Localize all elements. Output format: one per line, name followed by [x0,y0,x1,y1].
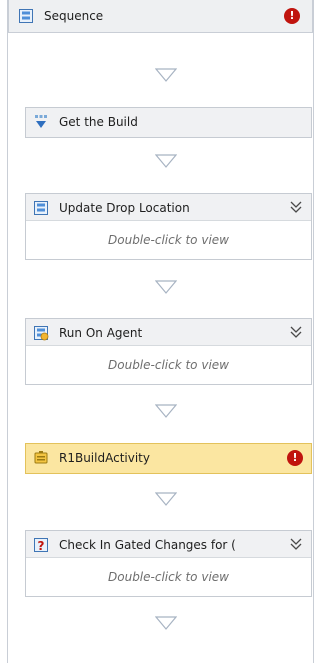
expand-chevron-icon[interactable] [289,324,303,340]
activity-title: Update Drop Location [59,201,190,215]
sequence-container[interactable]: Sequence ! Get the Build Update Drop Loc… [7,0,314,663]
agent-icon [34,326,49,341]
collapsed-placeholder[interactable]: Double-click to view [26,221,311,259]
activity-header[interactable]: Run On Agent [26,319,311,346]
activity-header[interactable]: Get the Build [26,108,311,137]
expand-chevron-icon[interactable] [289,199,303,215]
svg-text:?: ? [38,539,45,553]
collapsed-placeholder[interactable]: Double-click to view [26,346,311,384]
collapsed-placeholder[interactable]: Double-click to view [26,558,311,596]
drop-target-icon[interactable] [155,280,177,296]
activity-title: Get the Build [59,115,138,129]
expand-chevron-icon[interactable] [289,536,303,552]
error-icon[interactable]: ! [287,450,303,466]
sequence-title: Sequence [44,9,104,23]
activity-title: Run On Agent [59,326,143,340]
get-build-icon [35,115,47,128]
activity-r1buildactivity[interactable]: R1BuildActivity ! [25,443,312,474]
activity-header[interactable]: R1BuildActivity ! [26,444,311,473]
error-icon[interactable]: ! [284,8,300,24]
activity-run-on-agent[interactable]: Run On Agent Double-click to view [25,318,312,385]
activity-get-the-build[interactable]: Get the Build [25,107,312,138]
drop-target-icon[interactable] [155,492,177,508]
drop-target-icon[interactable] [155,616,177,632]
activity-title: R1BuildActivity [59,451,150,465]
drop-target-icon[interactable] [155,154,177,170]
drop-target-icon[interactable] [155,404,177,420]
activity-check-in-gated-changes[interactable]: ? Check In Gated Changes for ( Double-cl… [25,530,312,597]
activity-header[interactable]: Update Drop Location [26,194,311,221]
drop-target-icon[interactable] [155,68,177,84]
activity-title: Check In Gated Changes for ( [59,538,236,552]
check-in-icon: ? [34,538,48,553]
sequence-header[interactable]: Sequence ! [8,0,313,33]
sequence-icon [19,9,33,23]
activity-header[interactable]: ? Check In Gated Changes for ( [26,531,311,558]
activity-update-drop-location[interactable]: Update Drop Location Double-click to vie… [25,193,312,260]
activity-icon [34,451,48,464]
sequence-icon [34,201,48,215]
